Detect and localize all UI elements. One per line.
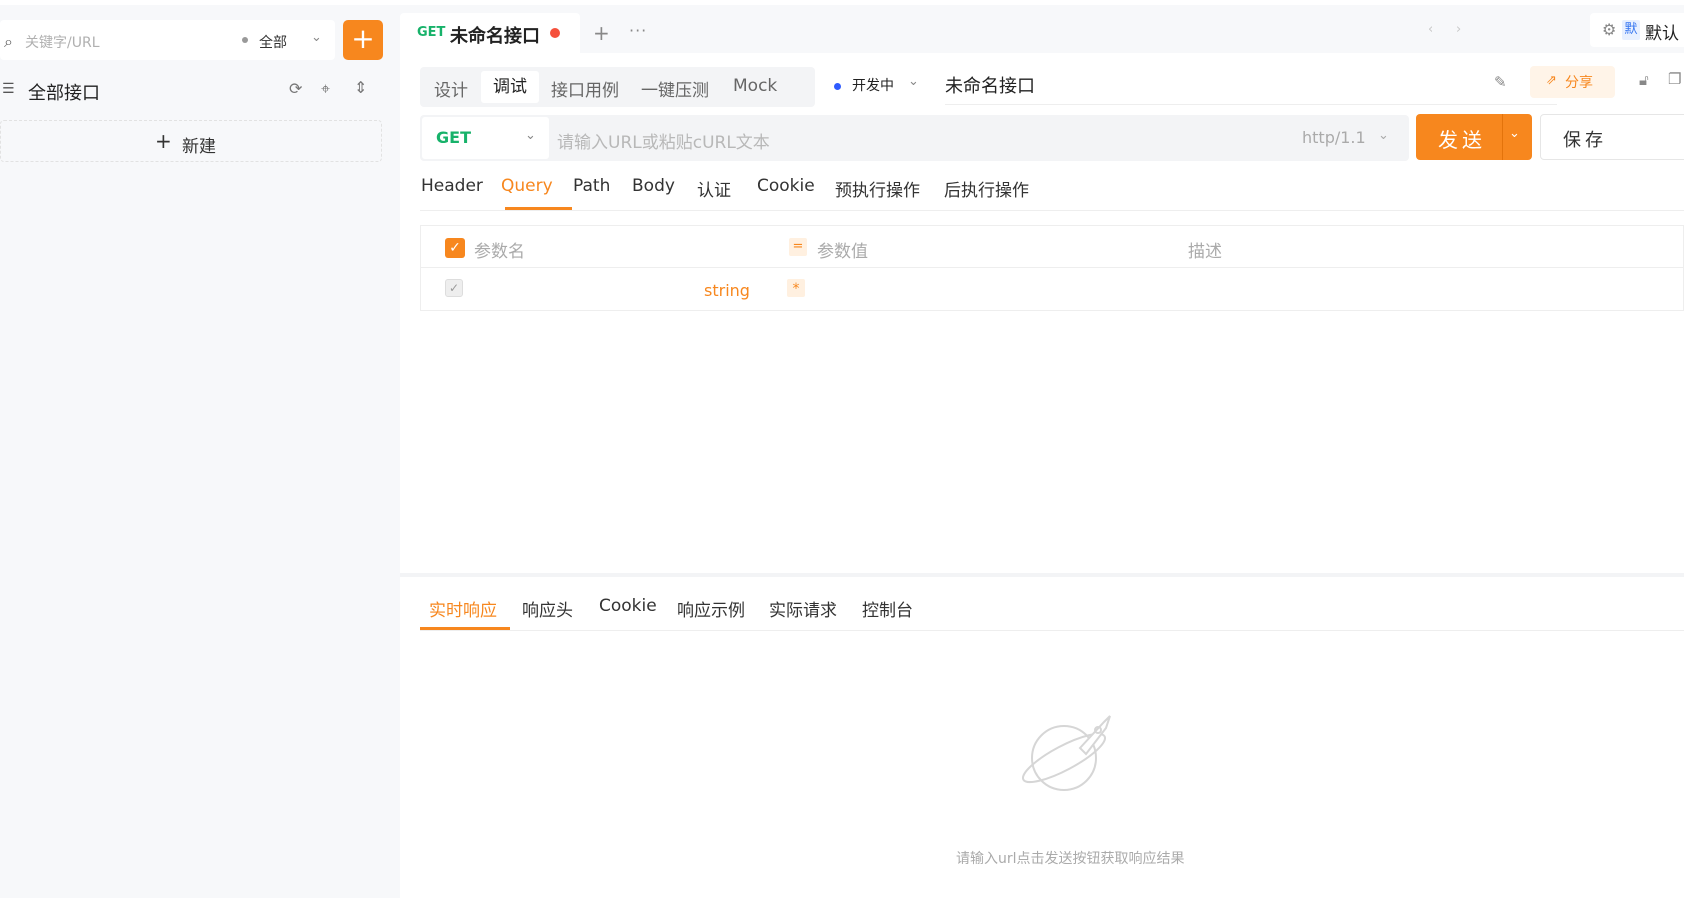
chevron-down-icon: ⌄ [525, 128, 536, 143]
search-icon: ⌕ [4, 32, 13, 51]
required-toggle[interactable]: * [787, 279, 805, 297]
send-dropdown-icon[interactable]: ⌄ [1509, 126, 1520, 141]
response-tabs: 实时响应 响应头 Cookie 响应示例 实际请求 控制台 [420, 585, 1684, 631]
search-box[interactable]: ⌕ 关键字/URL 全部 ⌄ [0, 20, 335, 60]
tab-unnamed-api[interactable]: GET 未命名接口 [400, 13, 580, 53]
col-param-value: 参数值 [817, 242, 868, 262]
all-apis-row[interactable]: ☰ 全部接口 ⟳ ⌖ ⇕ [0, 72, 390, 108]
add-button[interactable]: + [343, 20, 383, 60]
tab-cookie[interactable]: Cookie [757, 176, 815, 196]
param-type-select[interactable]: string [704, 281, 750, 300]
url-bar: GET ⌄ 请输入URL或粘贴cURL文本 http/1.1 ⌄ [420, 115, 1409, 161]
request-tabs: Header Query Path Body 认证 Cookie 预执行操作 后… [420, 165, 1684, 211]
scope-select[interactable]: 全部 [259, 32, 287, 52]
tab-console[interactable]: 控制台 [862, 596, 913, 621]
col-description: 描述 [1188, 242, 1222, 262]
tab-actual-request[interactable]: 实际请求 [769, 596, 837, 621]
scope-dot-icon [242, 37, 248, 43]
active-tab-underline [420, 627, 510, 630]
mode-tab-stress[interactable]: 一键压测 [641, 76, 709, 101]
sidebar: ⌕ 关键字/URL 全部 ⌄ + ☰ 全部接口 ⟳ ⌖ ⇕ + 新建 [0, 5, 400, 898]
status-label: 开发中 [852, 78, 894, 94]
send-split-divider [1502, 114, 1503, 160]
share-label: 分享 [1565, 75, 1593, 91]
mode-tabs: 设计 调试 接口用例 一键压测 Mock [420, 67, 815, 107]
tab-response-examples[interactable]: 响应示例 [677, 596, 745, 621]
params-table: ✓ 参数名 = 参数值 描述 ✓ string * [420, 225, 1684, 311]
mode-tab-cases[interactable]: 接口用例 [551, 76, 619, 101]
tree-icon: ☰ [2, 81, 15, 97]
url-input[interactable]: 请输入URL或粘贴cURL文本 [557, 128, 770, 153]
environment-select[interactable]: ⚙ 默 默认 [1590, 13, 1684, 47]
save-button[interactable]: 保存 [1540, 114, 1684, 160]
tab-method: GET [417, 25, 446, 40]
method-value: GET [436, 128, 471, 147]
refresh-icon[interactable]: ⟳ [289, 79, 302, 98]
tab-post-script[interactable]: 后执行操作 [944, 176, 1029, 201]
empty-response-message: 请输入url点击发送按钮获取响应结果 [956, 851, 1185, 867]
tab-path[interactable]: Path [573, 176, 610, 196]
tab-next-icon[interactable]: › [1456, 22, 1461, 37]
app-root: ⌕ 关键字/URL 全部 ⌄ + ☰ 全部接口 ⟳ ⌖ ⇕ + 新建 GET 未… [0, 0, 1684, 898]
mode-tab-debug[interactable]: 调试 [481, 71, 539, 103]
mode-tab-design[interactable]: 设计 [434, 76, 468, 101]
copy-icon[interactable]: ❐ [1668, 70, 1681, 88]
share-icon: ⇗ [1546, 73, 1557, 88]
tab-live-response[interactable]: 实时响应 [429, 596, 497, 621]
send-button[interactable]: 发送 ⌄ [1416, 114, 1532, 160]
new-label: 新建 [182, 137, 216, 157]
expand-collapse-icon[interactable]: ⇕ [354, 78, 367, 97]
env-badge: 默 [1622, 20, 1640, 40]
save-label: 保存 [1563, 130, 1607, 151]
unsaved-dot-icon [550, 28, 560, 38]
status-dot-icon [834, 83, 841, 90]
env-name: 默认 [1645, 24, 1679, 44]
select-all-checkbox[interactable]: ✓ [445, 238, 465, 258]
chevron-down-icon[interactable]: ⌄ [1378, 128, 1389, 143]
col-param-name: 参数名 [474, 242, 525, 262]
lock-icon[interactable]: 🔓︎ [1639, 71, 1649, 89]
row-checkbox[interactable]: ✓ [445, 279, 463, 297]
mode-tab-mock[interactable]: Mock [733, 76, 777, 96]
all-apis-label: 全部接口 [28, 83, 100, 104]
tab-response-headers[interactable]: 响应头 [522, 596, 573, 621]
chevron-down-icon: ⌄ [908, 74, 919, 89]
edit-icon[interactable]: ✎ [1494, 73, 1507, 91]
protocol-select[interactable]: http/1.1 [1302, 128, 1366, 147]
method-select[interactable]: GET ⌄ [422, 117, 549, 159]
gear-icon: ⚙ [1602, 20, 1617, 39]
search-input[interactable]: 关键字/URL [25, 32, 100, 52]
share-button[interactable]: ⇗ 分享 [1530, 66, 1615, 98]
tab-bar: GET 未命名接口 + ··· ‹ › ⚙ 默 默认 [400, 13, 1684, 53]
plus-icon: + [155, 129, 172, 153]
locate-icon[interactable]: ⌖ [321, 79, 330, 99]
tab-pre-script[interactable]: 预执行操作 [835, 176, 920, 201]
tab-auth[interactable]: 认证 [697, 176, 731, 201]
more-icon[interactable]: ··· [629, 21, 647, 40]
new-button[interactable]: + 新建 [0, 120, 382, 162]
active-tab-underline [505, 207, 572, 210]
send-label: 发送 [1438, 128, 1486, 152]
tab-title: 未命名接口 [450, 26, 540, 47]
tab-body[interactable]: Body [632, 176, 675, 196]
rocket-planet-icon [1021, 715, 1111, 791]
new-tab-button[interactable]: + [593, 21, 610, 45]
tab-prev-icon[interactable]: ‹ [1428, 22, 1433, 37]
panel-divider[interactable] [400, 573, 1684, 577]
equals-icon: = [789, 238, 807, 256]
tab-response-cookie[interactable]: Cookie [599, 596, 657, 616]
chevron-down-icon[interactable]: ⌄ [311, 30, 322, 45]
main-panel: 设计 调试 接口用例 一键压测 Mock 开发中 ⌄ 未命名接口 ✎ ⇗ 分享 … [400, 53, 1684, 898]
tab-header[interactable]: Header [421, 176, 483, 196]
params-table-header: ✓ 参数名 = 参数值 描述 [421, 226, 1683, 268]
api-name-input[interactable]: 未命名接口 [945, 67, 1557, 105]
tab-query[interactable]: Query [501, 176, 553, 196]
